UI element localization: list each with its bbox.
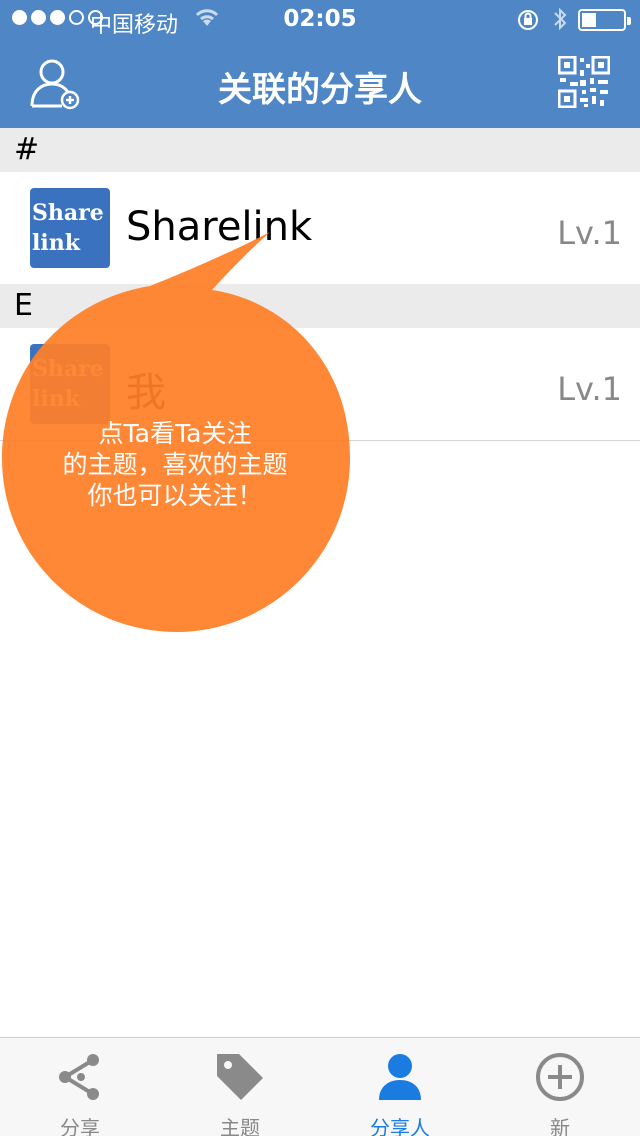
sharer-name: Sharelink — [126, 204, 313, 250]
level-badge: Lv.1 — [557, 214, 622, 252]
section-header-e: E — [0, 284, 640, 328]
avatar: Share link — [30, 188, 110, 268]
level-badge: Lv.1 — [557, 370, 622, 408]
status-bar: 中国移动 02:05 — [0, 0, 640, 40]
section-header-hash: # — [0, 128, 640, 172]
rotation-lock-icon — [518, 10, 538, 30]
tab-topics[interactable]: 主题 — [160, 1038, 320, 1136]
qr-code-icon[interactable] — [558, 56, 610, 108]
tab-new[interactable]: 新 — [480, 1038, 640, 1136]
sharer-row-sharelink[interactable]: Share link Sharelink Lv.1 — [0, 172, 640, 284]
bluetooth-icon — [554, 7, 567, 31]
person-icon — [379, 1054, 421, 1100]
status-time: 02:05 — [283, 6, 357, 32]
plus-circle-icon — [536, 1053, 584, 1101]
tab-sharers[interactable]: 分享人 — [320, 1038, 480, 1136]
tab-label: 分享 — [60, 1116, 100, 1136]
tab-label: 新 — [550, 1116, 570, 1136]
nav-header: 中国移动 02:05 关联的分享人 — [0, 0, 640, 128]
sharer-name: 我 — [126, 370, 166, 416]
battery-icon — [578, 9, 631, 31]
avatar: Share link — [30, 344, 110, 424]
tag-icon — [217, 1054, 263, 1100]
tab-share[interactable]: 分享 — [0, 1038, 160, 1136]
page-title: 关联的分享人 — [218, 70, 422, 110]
tooltip-text: 点Ta看Ta关注 的主题，喜欢的主题 你也可以关注！ — [62, 419, 288, 510]
tab-label: 主题 — [220, 1116, 260, 1136]
tab-label: 分享人 — [370, 1116, 430, 1136]
tab-bar: 分享 主题 分享人 新 — [0, 1037, 640, 1136]
share-icon — [59, 1054, 99, 1100]
